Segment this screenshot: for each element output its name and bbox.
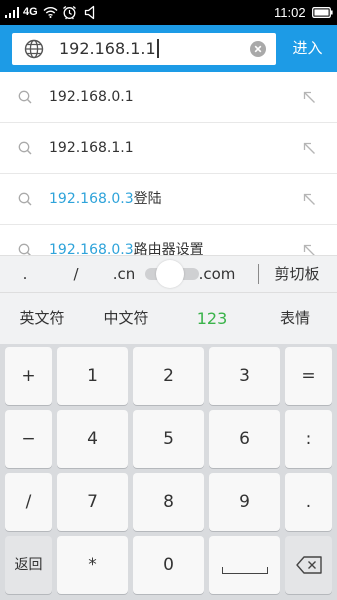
toolbar-com-key[interactable]: .com <box>192 256 242 292</box>
key-2[interactable]: 2 <box>133 347 204 405</box>
mode-numbers[interactable]: 123 <box>177 293 247 344</box>
battery-icon <box>312 7 333 18</box>
key-9[interactable]: 9 <box>209 473 280 531</box>
key-equals[interactable]: = <box>285 347 332 405</box>
back-key[interactable]: 返回 <box>5 536 52 594</box>
key-3[interactable]: 3 <box>209 347 280 405</box>
toolbar-cn-key[interactable]: .cn <box>99 256 149 292</box>
slider-knob[interactable] <box>156 260 184 288</box>
browser-screen: 4G 11:02 192.168.1.1 进入 192.168.0.1 192.… <box>0 0 337 600</box>
clear-icon[interactable] <box>250 41 266 57</box>
suggestion-text: 192.168.0.1 <box>49 72 134 122</box>
suggestion-text: 192.168.0.3路由器设置 <box>49 225 204 255</box>
key-minus[interactable]: − <box>5 410 52 468</box>
keyboard-toolbar: . / .cn .com 剪切板 <box>0 255 337 292</box>
suggestion-highlight: 192.168.0.3 <box>49 242 134 255</box>
suggestion-item[interactable]: 192.168.0.3登陆 <box>0 174 337 225</box>
suggestion-item[interactable]: 192.168.0.1 <box>0 72 337 123</box>
clock-time: 11:02 <box>274 5 306 20</box>
toolbar-dot-key[interactable]: . <box>0 256 50 292</box>
search-icon <box>18 141 32 155</box>
alarm-clock-icon <box>62 5 77 20</box>
key-7[interactable]: 7 <box>57 473 128 531</box>
search-icon <box>18 243 32 255</box>
arrow-up-left-icon[interactable] <box>302 192 316 206</box>
soft-keyboard: . / .cn .com 剪切板 英文符 中文符 123 表情 + 1 2 3 … <box>0 255 337 600</box>
suggestion-label: 路由器设置 <box>133 242 204 255</box>
url-input[interactable]: 192.168.1.1 <box>12 33 276 65</box>
text-caret <box>156 38 159 58</box>
url-value: 192.168.1.1 <box>59 39 156 58</box>
status-bar: 4G 11:02 <box>0 0 337 25</box>
space-icon <box>221 567 268 574</box>
arrow-up-left-icon[interactable] <box>302 141 316 155</box>
space-key[interactable] <box>209 536 280 594</box>
suggestion-list: 192.168.0.1 192.168.1.1 192.168.0.3登陆 19… <box>0 72 337 255</box>
go-button[interactable]: 进入 <box>278 25 337 72</box>
suggestion-text: 192.168.1.1 <box>49 123 134 173</box>
key-0[interactable]: 0 <box>133 536 204 594</box>
keyboard-mode-bar: 英文符 中文符 123 表情 <box>0 292 337 344</box>
key-1[interactable]: 1 <box>57 347 128 405</box>
suggestion-label: 192.168.1.1 <box>49 140 134 156</box>
key-colon[interactable]: : <box>285 410 332 468</box>
arrow-up-left-icon[interactable] <box>302 90 316 104</box>
numeric-keypad: + 1 2 3 = − 4 5 6 : / 7 8 9 . 返回 * 0 <box>0 344 337 600</box>
mode-emoji[interactable]: 表情 <box>260 293 330 344</box>
search-icon <box>18 192 32 206</box>
mode-chinese-symbols[interactable]: 中文符 <box>91 293 161 344</box>
key-period[interactable]: . <box>285 473 332 531</box>
backspace-key[interactable] <box>285 536 332 594</box>
key-asterisk[interactable]: * <box>57 536 128 594</box>
key-8[interactable]: 8 <box>133 473 204 531</box>
suggestion-text: 192.168.0.3登陆 <box>49 174 162 224</box>
mode-english-symbols[interactable]: 英文符 <box>7 293 77 344</box>
suggestion-highlight: 192.168.0.3 <box>49 191 134 207</box>
globe-icon <box>24 39 44 59</box>
search-icon <box>18 90 32 104</box>
ringer-icon <box>84 5 97 20</box>
clipboard-button[interactable]: 剪切板 <box>265 256 329 292</box>
key-5[interactable]: 5 <box>133 410 204 468</box>
backspace-icon <box>295 555 323 575</box>
suggestion-item[interactable]: 192.168.1.1 <box>0 123 337 174</box>
url-text-wrap: 192.168.1.1 <box>59 33 159 65</box>
suggestion-label: 登陆 <box>133 191 162 207</box>
toolbar-divider <box>258 264 259 284</box>
key-slash[interactable]: / <box>5 473 52 531</box>
suggestion-label: 192.168.0.1 <box>49 89 134 105</box>
signal-icon <box>5 7 21 18</box>
key-6[interactable]: 6 <box>209 410 280 468</box>
key-4[interactable]: 4 <box>57 410 128 468</box>
address-bar: 192.168.1.1 进入 <box>0 25 337 72</box>
toolbar-slash-key[interactable]: / <box>51 256 101 292</box>
wifi-icon <box>43 6 58 18</box>
network-type: 4G <box>23 6 38 18</box>
key-plus[interactable]: + <box>5 347 52 405</box>
suggestion-item[interactable]: 192.168.0.3路由器设置 <box>0 225 337 255</box>
arrow-up-left-icon[interactable] <box>302 243 316 255</box>
